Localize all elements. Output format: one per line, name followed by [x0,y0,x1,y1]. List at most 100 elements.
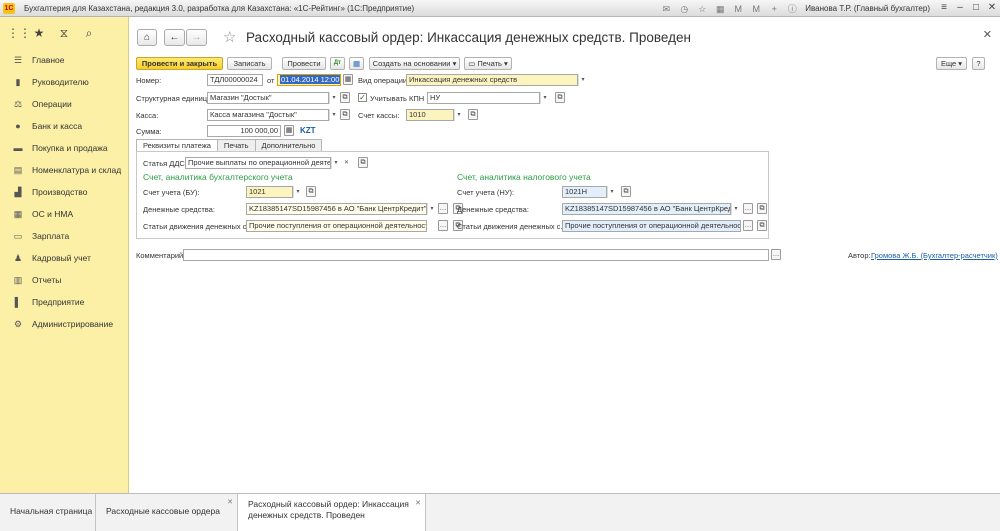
post-and-close-button[interactable]: Провести и закрыть [136,57,223,70]
nu-flow-field[interactable]: Прочие поступления от операционной деяте… [562,220,741,232]
dds-dropdown-icon[interactable]: ▾ [331,157,340,169]
section-reports[interactable]: ▥ Отчеты [0,269,128,291]
nu-money-select-button[interactable]: … [743,203,753,214]
favorites-icon[interactable]: ★ [32,26,46,40]
save-button[interactable]: Записать [227,57,272,70]
memory-minus-icon[interactable]: M [749,2,763,16]
back-button[interactable]: ← [164,29,185,46]
section-hr[interactable]: ♟ Кадровый учет [0,247,128,269]
maximize-icon[interactable]: □ [968,0,984,17]
structural-unit-dropdown-icon[interactable]: ▾ [329,92,338,104]
all-functions-icon[interactable]: ⋮⋮ [7,26,31,40]
tab-additional[interactable]: Дополнительно [254,139,323,151]
cash-open-button[interactable]: ⧉ [340,109,350,120]
close-tab-icon[interactable]: ✕ [415,498,421,509]
nu-account-open-button[interactable]: ⧉ [621,186,631,197]
dt-kt-button[interactable]: Дт [330,57,345,70]
bu-flow-select-button[interactable]: … [438,220,448,231]
help-button[interactable]: ? [972,57,985,70]
bu-money-select-button[interactable]: … [438,203,448,214]
messages-icon[interactable]: ✉ [659,2,673,16]
forward-button[interactable]: → [186,29,207,46]
section-bank-cash[interactable]: ● Банк и касса [0,115,128,137]
currency-link[interactable]: KZT [300,126,316,135]
nu-money-open-button[interactable]: ⧉ [757,203,767,214]
window-tab-current-order[interactable]: Расходный кассовый ордер: Инкассация ден… [238,494,426,531]
post-button[interactable]: Провести [282,57,326,70]
zoom-in-icon[interactable]: + [767,2,781,16]
close-form-icon[interactable]: ✕ [983,28,992,41]
author-link[interactable]: Громова Ж.Б. (Бухгалтер-расчетчик) [871,251,998,260]
menu-icon[interactable]: ≡ [936,0,952,17]
home-button[interactable]: ⌂ [137,29,157,46]
window-tab-orders-list[interactable]: Расходные кассовые ордера ✕ [96,494,238,531]
structural-unit-field[interactable]: Магазин "Достык" [207,92,329,104]
section-admin[interactable]: ⚙ Администрирование [0,313,128,335]
cash-dropdown-icon[interactable]: ▾ [329,109,338,121]
bu-account-field[interactable]: 1021 [246,186,293,198]
more-button[interactable]: Еще ▾ [936,57,967,70]
nu-money-dropdown-icon[interactable]: ▾ [731,203,740,215]
section-nomenclature[interactable]: ▤ Номенклатура и склад [0,159,128,181]
section-purchase-sale[interactable]: ▬ Покупка и продажа [0,137,128,159]
section-main[interactable]: ☰ Главное [0,49,128,71]
cash-account-open-button[interactable]: ⧉ [468,109,478,120]
favorites-icon[interactable]: ☆ [695,2,709,16]
section-production[interactable]: ▟ Производство [0,181,128,203]
section-operations[interactable]: ⚖ Операции [0,93,128,115]
nu-flow-select-button[interactable]: … [743,220,753,231]
close-window-icon[interactable]: ✕ [984,0,1000,17]
nu-flow-open-button[interactable]: ⧉ [757,220,767,231]
comment-field[interactable] [183,249,769,261]
kpn-checkbox[interactable]: ✓ [358,93,367,102]
nu-account-field[interactable]: 1021Н [562,186,607,198]
calculator-button[interactable]: ▦ [284,125,294,136]
structure-button[interactable]: ▦ [349,57,364,70]
cash-account-field[interactable]: 1010 [406,109,454,121]
bu-account-open-button[interactable]: ⧉ [306,186,316,197]
kpn-field[interactable]: НУ [427,92,540,104]
comment-edit-button[interactable]: … [771,249,781,260]
current-user[interactable]: Иванова Т.Р. (Главный бухгалтер) [805,4,930,13]
search-icon[interactable]: ⌕ [82,26,96,41]
cash-account-dropdown-icon[interactable]: ▾ [454,109,463,121]
minimize-icon[interactable]: – [952,0,968,17]
favorite-star-icon[interactable]: ☆ [223,28,236,46]
bu-flow-field[interactable]: Прочие поступления от операционной деяте… [246,220,427,232]
section-salary[interactable]: ▭ Зарплата [0,225,128,247]
print-button[interactable]: ▭ Печать ▾ [464,57,512,70]
kpn-open-button[interactable]: ⧉ [555,92,565,103]
operation-type-dropdown-icon[interactable]: ▾ [578,74,587,86]
nu-account-dropdown-icon[interactable]: ▾ [607,186,616,198]
nu-money-field[interactable]: KZ18385147SD15987456 в АО "Банк ЦентрКре… [562,203,731,215]
section-assets[interactable]: ▦ ОС и НМА [0,203,128,225]
cart-icon: ▬ [13,143,23,153]
dds-field[interactable]: Прочие выплаты по операционной деятельно [185,157,331,169]
window-tab-home[interactable]: Начальная страница [0,494,96,531]
memory-plus-icon[interactable]: M [731,2,745,16]
section-manager[interactable]: ▮ Руководителю [0,71,128,93]
calculator-icon[interactable]: ▦ [713,2,727,16]
history-icon[interactable]: ⧖ [57,26,71,41]
operation-type-label: Вид операции: [358,76,410,85]
bu-account-dropdown-icon[interactable]: ▾ [293,186,302,198]
bu-money-dropdown-icon[interactable]: ▾ [427,203,436,215]
history-icon[interactable]: ◷ [677,2,691,16]
sum-field[interactable]: 100 000,00 [207,125,281,137]
close-tab-icon[interactable]: ✕ [227,498,233,506]
calendar-button[interactable]: ▦ [343,74,353,85]
bu-money-field[interactable]: KZ18385147SD15987456 в АО "Банк ЦентрКре… [246,203,427,215]
kpn-dropdown-icon[interactable]: ▾ [540,92,549,104]
section-enterprise[interactable]: ▌ Предприятие [0,291,128,313]
tab-print[interactable]: Печать [216,139,256,151]
dds-clear-icon[interactable]: ✕ [342,157,351,169]
calendar-icon: ▦ [344,76,352,83]
dds-open-button[interactable]: ⧉ [358,157,368,168]
info-icon[interactable]: ⓘ [785,2,799,16]
number-field[interactable]: ТДЛ00000024 [207,74,263,86]
create-based-on-button[interactable]: Создать на основании ▾ [369,57,460,70]
operation-type-field[interactable]: Инкассация денежных средств [406,74,578,86]
cash-field[interactable]: Касса магазина "Достык" [207,109,329,121]
structural-unit-open-button[interactable]: ⧉ [340,92,350,103]
date-field[interactable]: 01.04.2014 12:00:0 [277,74,341,86]
